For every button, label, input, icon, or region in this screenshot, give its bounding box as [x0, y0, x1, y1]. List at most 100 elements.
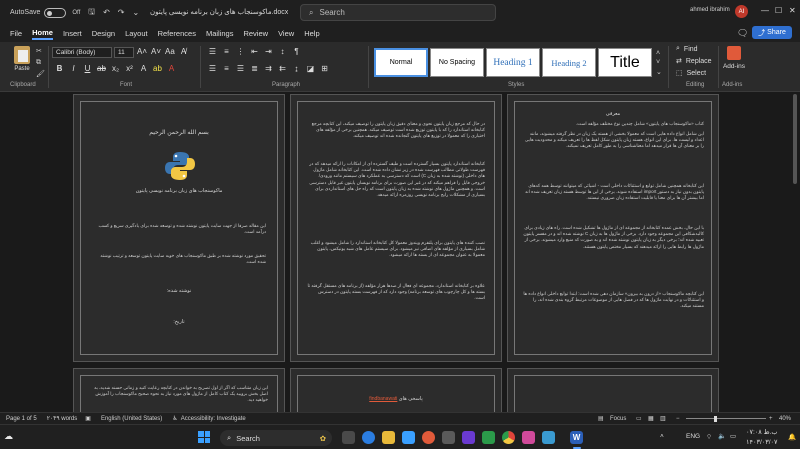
text-effects-icon[interactable]: A: [139, 64, 148, 73]
format-painter-icon[interactable]: 🖌: [36, 70, 45, 78]
battery-icon[interactable]: ▭: [730, 432, 736, 440]
paste-button[interactable]: Paste: [12, 46, 32, 72]
styles-scroll-up-icon[interactable]: ˄: [656, 50, 660, 57]
page5-link[interactable]: findbanawati: [369, 396, 397, 402]
page-2[interactable]: در حال که مرجع زبان پایتون نحوی و معنای …: [290, 94, 502, 362]
tab-design[interactable]: Design: [92, 29, 115, 38]
style-title[interactable]: Title: [598, 48, 652, 77]
zoom-in-icon[interactable]: +: [769, 416, 773, 422]
autosave-toggle[interactable]: [44, 7, 67, 18]
input-language[interactable]: ENG: [686, 433, 700, 440]
find-button[interactable]: ⌕ Find: [676, 45, 698, 53]
autosave-control[interactable]: AutoSave Off 🖫 ↶ ↷ ⌄: [10, 6, 139, 20]
select-button[interactable]: ⬚ Select: [676, 69, 706, 78]
zoom-slider[interactable]: [686, 418, 766, 419]
app-icon[interactable]: [422, 431, 435, 444]
style-heading-2[interactable]: Heading 2: [542, 48, 596, 77]
decrease-indent-icon[interactable]: ⇤: [250, 47, 259, 56]
zoom-out-icon[interactable]: −: [676, 416, 680, 422]
shading-icon[interactable]: ◪: [306, 64, 315, 73]
tab-insert[interactable]: Insert: [63, 29, 82, 38]
wifi-icon[interactable]: ⌔: [706, 432, 712, 441]
user-name[interactable]: ahmed ibrahim: [690, 7, 730, 13]
tray-overflow-icon[interactable]: ˄: [660, 433, 664, 440]
align-right-icon[interactable]: ☰: [236, 64, 245, 73]
maximize-icon[interactable]: ☐: [775, 6, 782, 15]
edge-icon[interactable]: [362, 431, 375, 444]
highlight-icon[interactable]: ab: [153, 64, 162, 73]
style-normal[interactable]: Normal: [374, 48, 428, 77]
app-icon[interactable]: [482, 431, 495, 444]
avatar[interactable]: AI: [735, 5, 748, 18]
font-color-icon[interactable]: A: [167, 64, 176, 73]
app-icon[interactable]: [522, 431, 535, 444]
sort-icon[interactable]: ↕: [278, 47, 287, 56]
clock-date[interactable]: ۱۴۰۳/۰۳/۰۷: [746, 438, 778, 446]
page-6[interactable]: [507, 368, 719, 412]
tab-review[interactable]: Review: [243, 29, 268, 38]
tab-layout[interactable]: Layout: [125, 29, 148, 38]
clear-format-icon[interactable]: A̸: [179, 47, 188, 56]
tab-mailings[interactable]: Mailings: [206, 29, 234, 38]
taskbar-search[interactable]: ⌕ Search ✿: [220, 430, 332, 446]
subscript-icon[interactable]: x₂: [111, 64, 120, 73]
app-icon[interactable]: [542, 431, 555, 444]
styles-scroll-down-icon[interactable]: ˅: [656, 59, 660, 66]
page-4[interactable]: این زبان متناسب که اگر از اول تصریح به خ…: [73, 368, 285, 412]
clock-time[interactable]: ۰۷:۰۸ ب.ظ: [746, 428, 778, 436]
align-center-icon[interactable]: ≡: [222, 64, 231, 73]
copy-icon[interactable]: ⧉: [36, 59, 41, 67]
task-view-icon[interactable]: [342, 431, 355, 444]
start-icon[interactable]: [198, 431, 210, 443]
zoom-slider-thumb[interactable]: [714, 416, 717, 422]
language-status[interactable]: English (United States): [101, 416, 162, 422]
page-5[interactable]: پاسخی های findbanawati: [290, 368, 502, 412]
align-left-icon[interactable]: ☰: [208, 64, 217, 73]
share-button[interactable]: ⤴ Share: [752, 26, 792, 39]
page-3[interactable]: معرفی کتاب «ماکوسنجاب های پایتون» شامل چ…: [507, 94, 719, 362]
save-icon[interactable]: 🖫: [88, 6, 95, 20]
bullets-icon[interactable]: ☰: [208, 47, 217, 56]
notifications-icon[interactable]: 🔔: [788, 433, 796, 441]
addins-button[interactable]: Add-ins: [722, 46, 746, 70]
focus-icon[interactable]: ▤: [598, 415, 604, 422]
superscript-icon[interactable]: x²: [125, 64, 134, 73]
volume-icon[interactable]: 🔈: [718, 432, 726, 440]
minimize-icon[interactable]: —: [761, 6, 769, 15]
bold-icon[interactable]: B: [55, 64, 64, 73]
document-canvas[interactable]: بسم الله الرحمن الرحيم ماکوسنجاب های زبا…: [0, 92, 800, 412]
read-mode-icon[interactable]: ▭: [636, 415, 642, 422]
rtl-icon[interactable]: ⇇: [278, 64, 287, 73]
customize-toolbar-icon[interactable]: ⌄: [133, 8, 140, 17]
app-icon[interactable]: [442, 431, 455, 444]
weather-icon[interactable]: ☁: [4, 431, 13, 442]
change-case-icon[interactable]: Aa: [165, 47, 175, 56]
focus-label[interactable]: Focus: [610, 416, 626, 422]
justify-icon[interactable]: ≣: [250, 64, 259, 73]
chrome-icon[interactable]: [502, 431, 515, 444]
app-icon[interactable]: [462, 431, 475, 444]
multilevel-list-icon[interactable]: ⋮: [236, 47, 245, 56]
accessibility-status[interactable]: Accessibility: Investigate: [181, 416, 246, 422]
line-spacing-icon[interactable]: ↨: [292, 64, 301, 73]
styles-more-icon[interactable]: ⌄: [656, 68, 662, 76]
word-icon[interactable]: W: [570, 431, 583, 444]
print-layout-icon[interactable]: ▦: [648, 415, 654, 422]
store-icon[interactable]: [402, 431, 415, 444]
page-counter[interactable]: Page 1 of 5: [6, 416, 37, 422]
font-name-select[interactable]: Calibri (Body): [52, 47, 112, 58]
tab-view[interactable]: View: [278, 29, 294, 38]
comments-icon[interactable]: 🗨: [737, 28, 748, 39]
borders-icon[interactable]: ⊞: [320, 64, 329, 73]
font-size-select[interactable]: 11: [114, 47, 134, 58]
increase-indent-icon[interactable]: ⇥: [264, 47, 273, 56]
page-1[interactable]: بسم الله الرحمن الرحيم ماکوسنجاب های زبا…: [73, 94, 285, 362]
show-marks-icon[interactable]: ¶: [292, 47, 301, 56]
undo-icon[interactable]: ↶: [103, 8, 110, 17]
shrink-font-icon[interactable]: A˅: [151, 47, 161, 56]
close-icon[interactable]: ✕: [789, 6, 796, 15]
proofing-icon[interactable]: ▣: [85, 415, 91, 422]
replace-button[interactable]: ⇄ Replace: [676, 57, 712, 66]
ltr-icon[interactable]: ⇉: [264, 64, 273, 73]
cut-icon[interactable]: ✂: [36, 47, 42, 55]
